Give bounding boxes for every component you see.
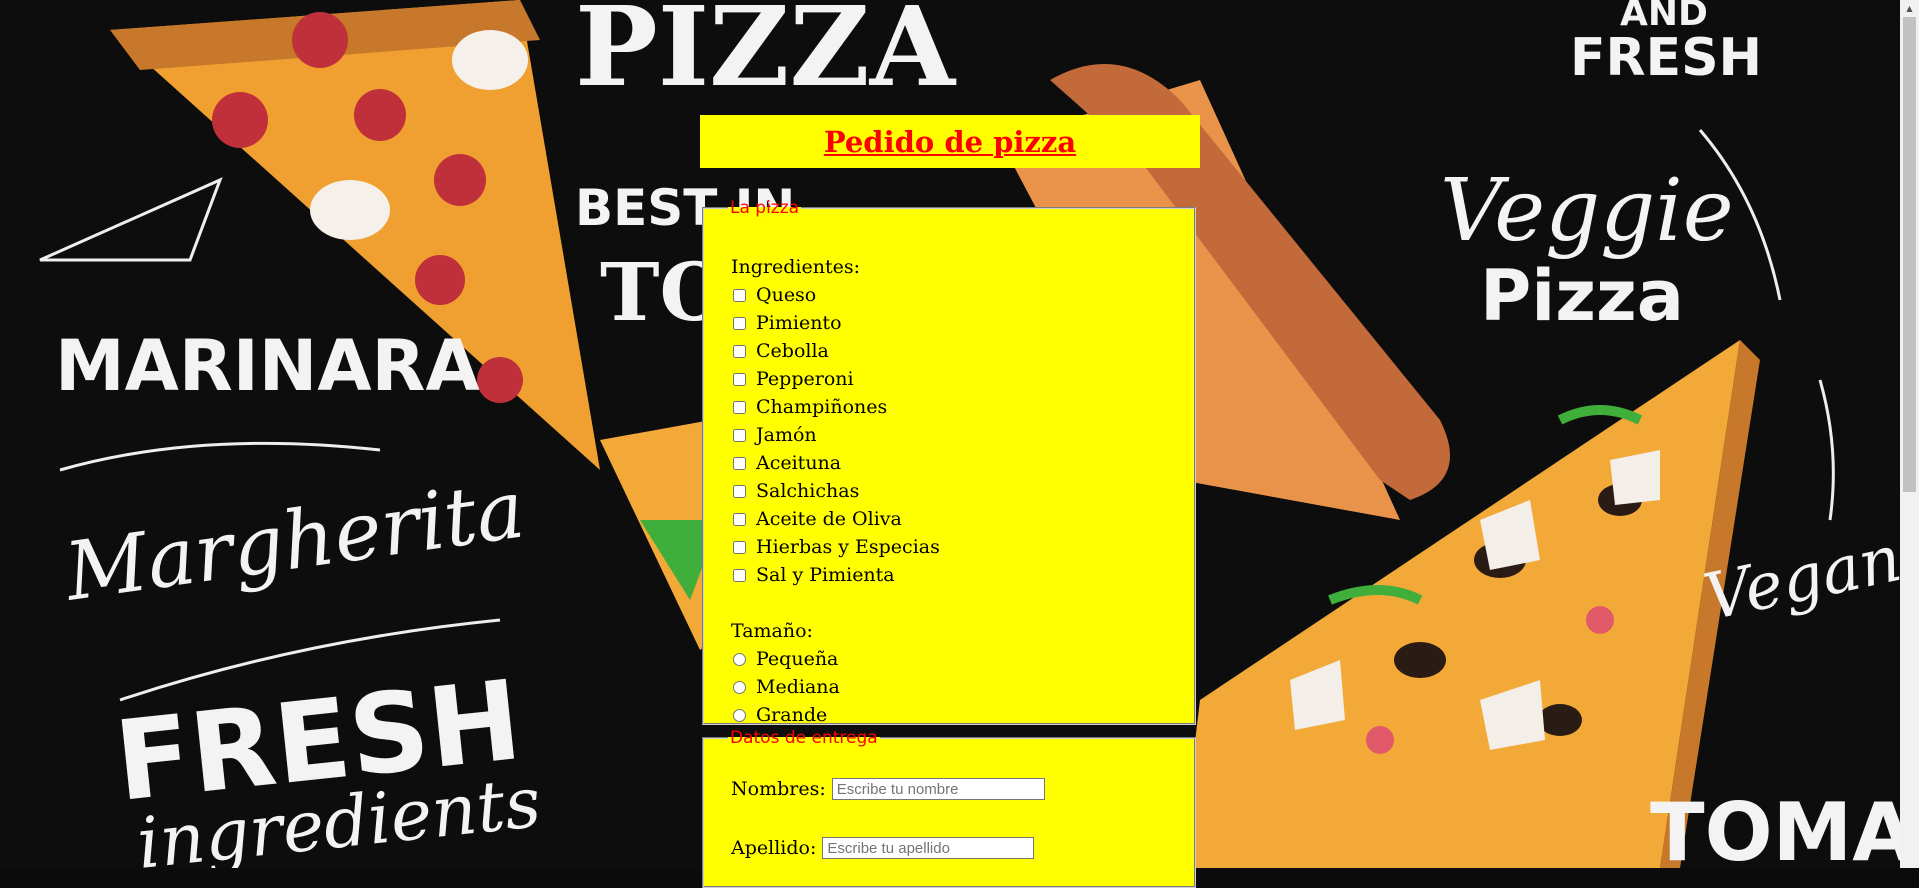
ingredient-option-hierbas-y-especias[interactable]: Hierbas y Especias bbox=[731, 534, 940, 560]
pizza-sketch-illustration bbox=[39, 177, 223, 262]
size-label-text: Pequeña bbox=[756, 648, 839, 670]
ingredient-checkbox[interactable] bbox=[733, 316, 746, 330]
size-label-text: Mediana bbox=[756, 676, 840, 698]
size-label-text: Grande bbox=[756, 704, 828, 726]
ingredient-checkbox[interactable] bbox=[733, 484, 746, 498]
ingredient-checkbox[interactable] bbox=[733, 344, 746, 358]
ingredient-label: Hierbas y Especias bbox=[756, 536, 940, 558]
scrollbar-thumb[interactable] bbox=[1903, 17, 1916, 492]
surname-row: Apellido: bbox=[731, 837, 1035, 859]
surname-label: Apellido: bbox=[731, 837, 817, 859]
ingredient-label: Pimiento bbox=[756, 312, 842, 334]
lettering-margherita: Margherita bbox=[58, 462, 530, 619]
size-option-grande[interactable]: Grande bbox=[731, 702, 827, 728]
pizza-legend: La pizza bbox=[730, 198, 800, 218]
ingredient-checkbox[interactable] bbox=[733, 428, 746, 442]
lettering-tomato: TOMATO bbox=[1650, 786, 1900, 868]
name-row: Nombres: bbox=[731, 778, 1045, 800]
ingredient-label: Pepperoni bbox=[756, 368, 854, 390]
ingredient-label: Queso bbox=[756, 284, 817, 306]
ingredient-label: Aceituna bbox=[756, 452, 842, 474]
lettering-pizza: PIZZA bbox=[575, 0, 957, 111]
pizza-fieldset: La pizza Ingredientes: Queso Pimiento Ce… bbox=[702, 198, 1196, 728]
ingredient-checkbox[interactable] bbox=[733, 540, 746, 554]
lettering-fresh-top: FRESH bbox=[1570, 28, 1762, 88]
lettering-marinara: MARINARA bbox=[55, 325, 480, 407]
page-title: Pedido de pizza bbox=[823, 124, 1077, 159]
vertical-scrollbar[interactable]: ▲ bbox=[1900, 0, 1919, 868]
ingredient-option-cebolla[interactable]: Cebolla bbox=[731, 338, 829, 364]
ingredient-checkbox[interactable] bbox=[733, 288, 746, 302]
ingredient-checkbox[interactable] bbox=[733, 512, 746, 526]
ingredient-label: Sal y Pimienta bbox=[756, 564, 895, 586]
ingredient-option-pepperoni[interactable]: Pepperoni bbox=[731, 366, 854, 392]
form-title-bar: Pedido de pizza bbox=[700, 115, 1200, 168]
scroll-up-arrow-icon[interactable]: ▲ bbox=[1900, 0, 1919, 17]
ingredient-label: Jamón bbox=[756, 424, 817, 446]
size-radio[interactable] bbox=[733, 652, 746, 666]
lettering-pizza-right: Pizza bbox=[1480, 255, 1684, 337]
ingredients-label: Ingredientes: bbox=[731, 256, 860, 278]
size-label: Tamaño: bbox=[731, 620, 813, 642]
ingredient-checkbox[interactable] bbox=[733, 400, 746, 414]
ingredient-option-jamon[interactable]: Jamón bbox=[731, 422, 817, 448]
ingredient-checkbox[interactable] bbox=[733, 456, 746, 470]
size-option-pequena[interactable]: Pequeña bbox=[731, 646, 838, 672]
delivery-legend: Datos de entrega bbox=[730, 728, 878, 748]
delivery-fieldset: Datos de entrega Nombres: Apellido: bbox=[702, 728, 1196, 888]
name-input[interactable] bbox=[831, 778, 1045, 800]
ingredient-option-aceituna[interactable]: Aceituna bbox=[731, 450, 841, 476]
name-label: Nombres: bbox=[731, 778, 826, 800]
ingredient-option-sal-y-pimienta[interactable]: Sal y Pimienta bbox=[731, 562, 895, 588]
ingredient-option-queso[interactable]: Queso bbox=[731, 282, 816, 308]
lettering-veggie: Veggie bbox=[1440, 161, 1734, 261]
surname-input[interactable] bbox=[822, 837, 1035, 859]
ingredient-label: Aceite de Oliva bbox=[756, 508, 902, 530]
ingredient-option-pimiento[interactable]: Pimiento bbox=[731, 310, 842, 336]
size-radio[interactable] bbox=[733, 708, 746, 722]
ingredient-label: Salchichas bbox=[756, 480, 860, 502]
size-option-mediana[interactable]: Mediana bbox=[731, 674, 840, 700]
size-radio[interactable] bbox=[733, 680, 746, 694]
ingredient-option-salchichas[interactable]: Salchichas bbox=[731, 478, 859, 504]
ingredient-option-champinones[interactable]: Champiñones bbox=[731, 394, 887, 420]
ingredient-option-aceite-de-oliva[interactable]: Aceite de Oliva bbox=[731, 506, 902, 532]
ingredient-checkbox[interactable] bbox=[733, 568, 746, 582]
ingredient-label: Cebolla bbox=[756, 340, 829, 362]
ingredient-checkbox[interactable] bbox=[733, 372, 746, 386]
ingredient-label: Champiñones bbox=[756, 396, 888, 418]
